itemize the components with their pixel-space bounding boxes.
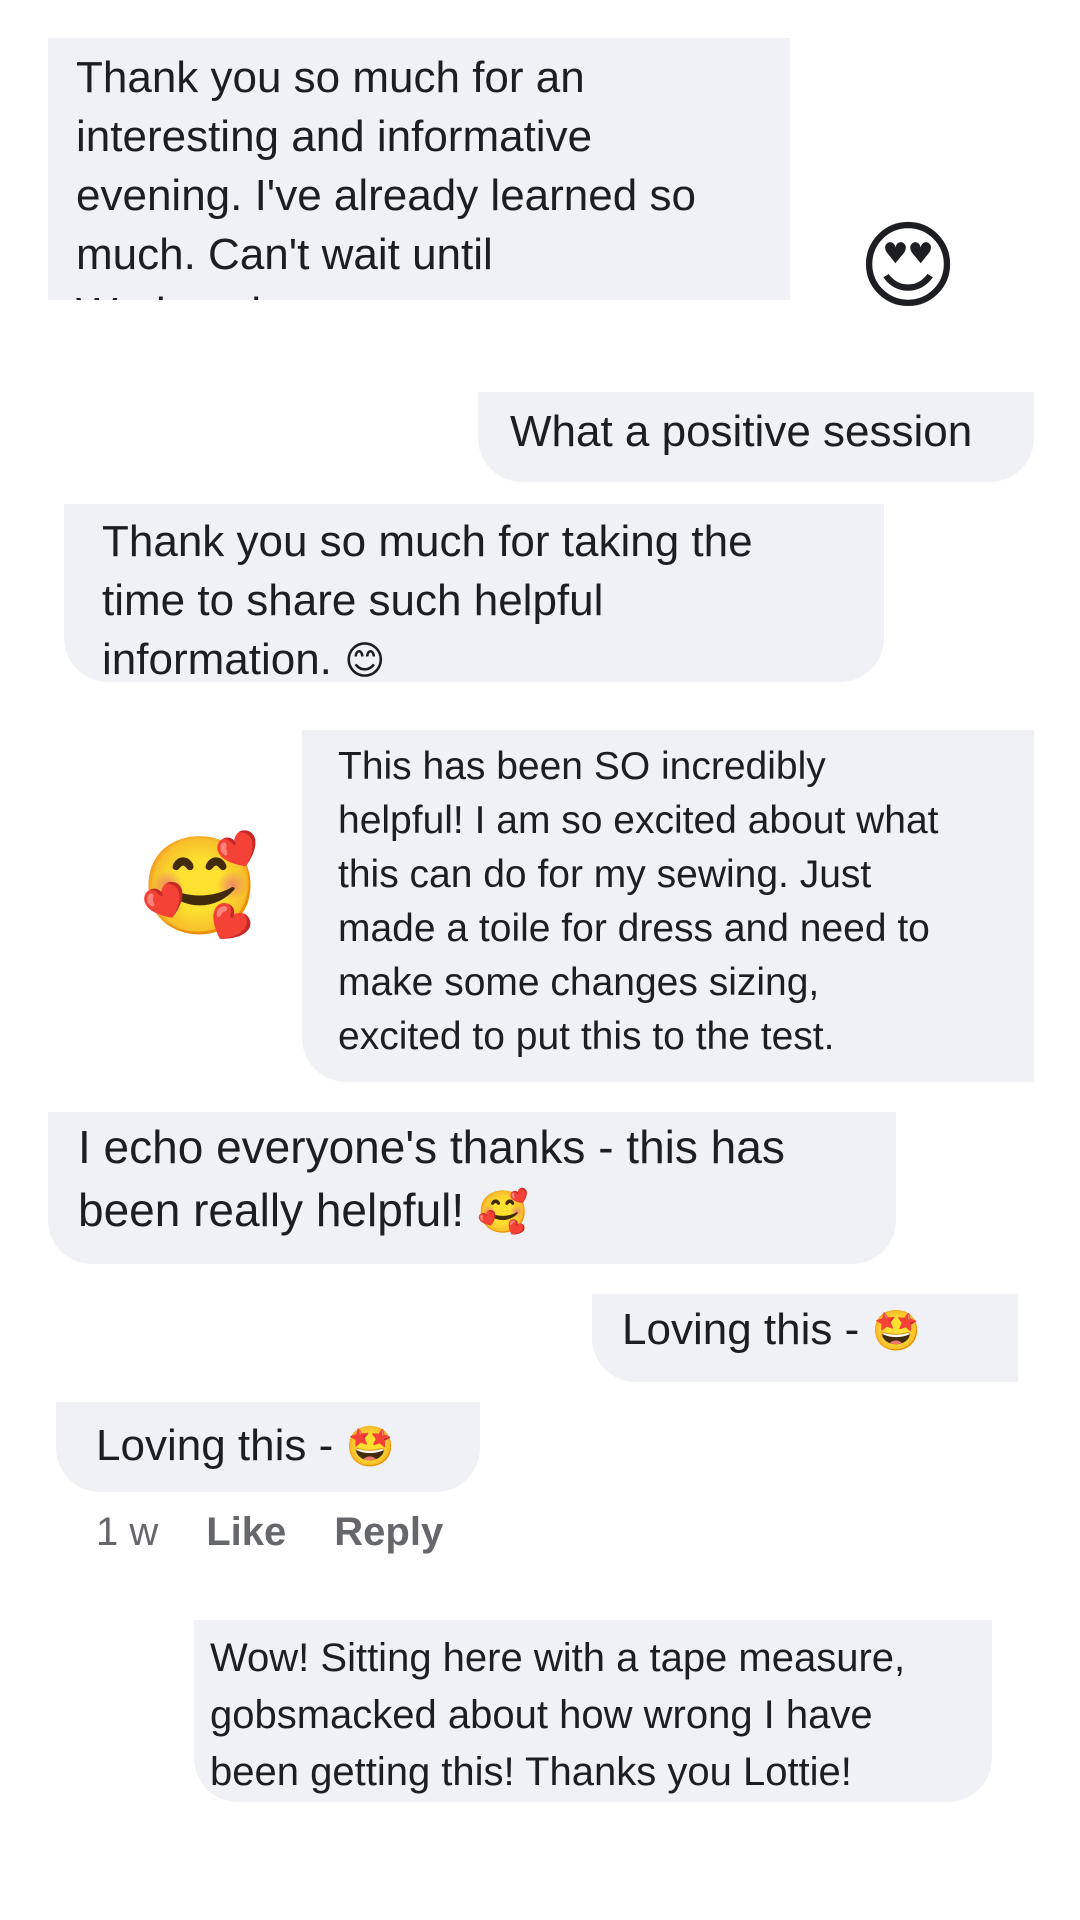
smiling-emoji-icon: 😊 — [344, 638, 386, 682]
comment-bubble-2: What a positive session — [478, 392, 1034, 482]
star-struck-emoji-icon: 🤩 — [345, 1424, 395, 1470]
comment-text-1: Thank you so much for an interesting and… — [76, 53, 696, 300]
comment-bubble-6: Loving this - 🤩 — [592, 1294, 1018, 1382]
smiling-hearts-emoji-icon: 🥰 — [140, 830, 260, 942]
comment-text-4: This has been SO incredibly helpful! I a… — [338, 745, 939, 1058]
comment-meta-row: 1 w Like Reply — [96, 1510, 443, 1555]
comment-bubble-7: Loving this - 🤩 — [56, 1402, 480, 1492]
comment-text-5: I echo everyone's thanks - this has been… — [78, 1121, 785, 1236]
comment-text-6: Loving this - 🤩 — [622, 1305, 921, 1354]
comment-timestamp: 1 w — [96, 1510, 159, 1554]
comment-text-8: Wow! Sitting here with a tape measure, g… — [210, 1636, 906, 1794]
comment-bubble-8: Wow! Sitting here with a tape measure, g… — [194, 1620, 992, 1802]
comment-bubble-3: Thank you so much for taking the time to… — [64, 504, 884, 682]
comment-text-7: Loving this - 🤩 — [96, 1421, 395, 1470]
heart-eyes-emoji-icon: 😍 — [858, 210, 959, 322]
comment-bubble-5: I echo everyone's thanks - this has been… — [48, 1112, 896, 1264]
star-struck-emoji-icon: 🤩 — [871, 1308, 921, 1354]
like-button[interactable]: Like — [206, 1510, 286, 1554]
comment-bubble-4: This has been SO incredibly helpful! I a… — [302, 730, 1034, 1082]
smiling-hearts-emoji-icon: 🥰 — [476, 1188, 529, 1236]
comment-text-2: What a positive session — [510, 407, 973, 456]
reply-button[interactable]: Reply — [334, 1510, 443, 1554]
comment-bubble-1: Thank you so much for an interesting and… — [48, 38, 790, 300]
comment-text-3: Thank you so much for taking the time to… — [102, 517, 753, 682]
